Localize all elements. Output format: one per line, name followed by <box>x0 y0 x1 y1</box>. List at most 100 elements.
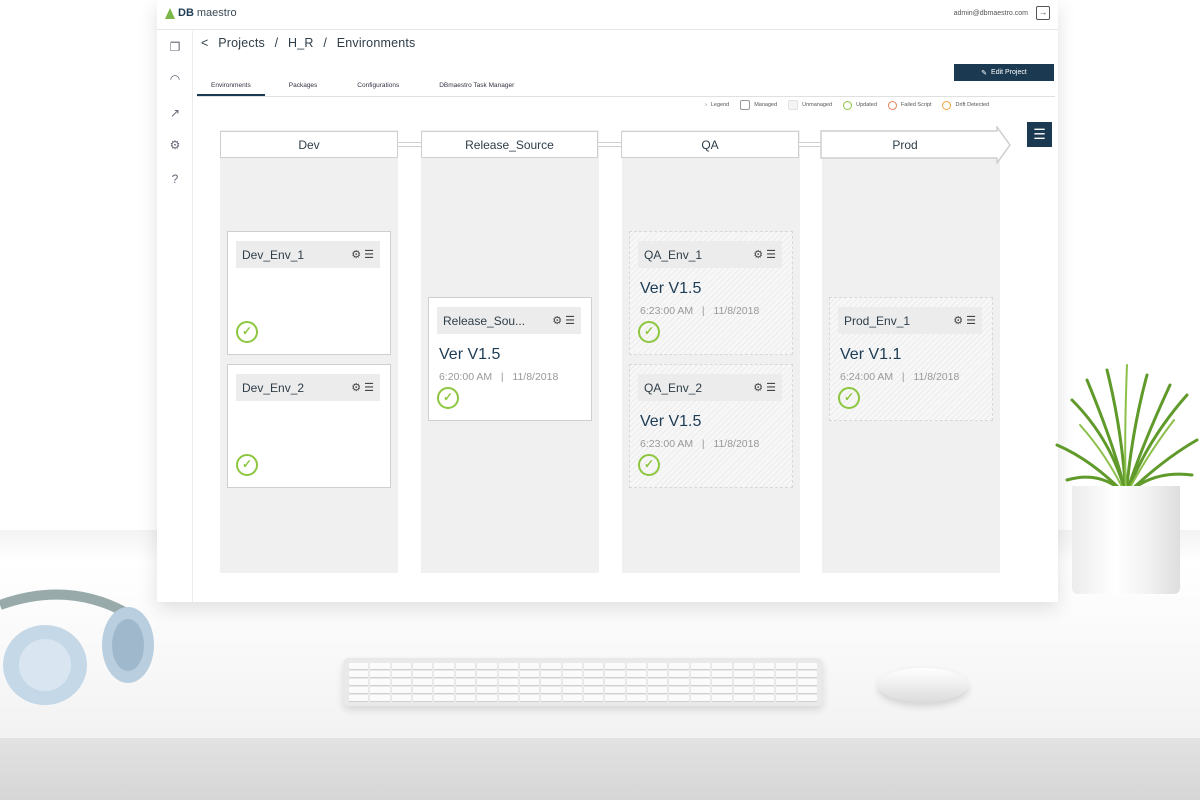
menu-icon[interactable]: ☰ <box>565 315 575 327</box>
keyboard-key <box>541 671 561 677</box>
keyboard-key <box>562 695 582 701</box>
monitor-screen: DB maestro admin@dbmaestro.com → ❐ ◠ ↗ ⚙ … <box>157 0 1058 602</box>
keyboard-key <box>776 671 796 677</box>
stage-header-dev[interactable]: Dev <box>220 131 398 158</box>
edit-project-button[interactable]: ✎ Edit Project <box>954 64 1054 81</box>
menu-icon[interactable]: ☰ <box>766 382 776 394</box>
back-chevron[interactable]: < <box>201 36 209 50</box>
keyboard-key <box>690 695 711 701</box>
keyboard-key <box>776 679 796 685</box>
deploy-timestamp: 6:23:00 AM | 11/8/2018 <box>640 438 759 450</box>
keyboard-key <box>519 679 540 685</box>
tab-configurations[interactable]: Configurations <box>343 80 413 96</box>
user-email: admin@dbmaestro.com <box>953 10 1028 17</box>
tab-task-manager[interactable]: DBmaestro Task Manager <box>425 80 528 96</box>
deploy-date: 11/8/2018 <box>713 438 760 450</box>
gear-icon[interactable]: ⚙ <box>351 382 361 394</box>
environment-card-dev-env-1[interactable]: Dev_Env_1 ⚙ ☰ ✓ <box>227 231 391 355</box>
keyboard-key <box>583 663 604 669</box>
gear-icon[interactable]: ⚙ <box>953 315 963 327</box>
logout-icon[interactable]: → <box>1036 6 1050 20</box>
stage-header-prod-label: Prod <box>892 137 918 152</box>
environment-name: Dev_Env_1 <box>242 247 305 262</box>
stage-header-release-source[interactable]: Release_Source <box>421 131 598 158</box>
meta-separator: | <box>701 438 705 450</box>
keyboard-key <box>797 679 817 685</box>
deploy-date: 11/8/2018 <box>913 371 960 383</box>
gear-icon[interactable]: ⚙ <box>351 249 361 261</box>
keyboard-key <box>562 663 582 669</box>
keyboard-key <box>519 671 540 677</box>
keyboard-key <box>648 695 668 701</box>
updated-check-icon: ✓ <box>236 454 258 476</box>
copy-icon[interactable]: ❐ <box>165 37 185 57</box>
card-actions: ⚙ ☰ <box>753 381 776 394</box>
gear-icon[interactable]: ⚙ <box>753 249 763 261</box>
deploy-time: 6:23:00 AM <box>640 438 694 450</box>
tab-environments[interactable]: Environments <box>197 80 265 96</box>
deploy-time: 6:23:00 AM <box>640 305 694 317</box>
gear-icon[interactable]: ⚙ <box>165 135 185 155</box>
stage-header-qa[interactable]: QA <box>621 131 799 158</box>
environment-card-qa-env-2[interactable]: QA_Env_2 ⚙ ☰ Ver V1.5 6:23:00 AM | 11/8/… <box>629 364 793 488</box>
version-label: Ver V1.5 <box>640 413 702 430</box>
logo-mark-icon <box>165 7 175 19</box>
analytics-icon[interactable]: ↗ <box>165 103 185 123</box>
environment-card-prod-env-1[interactable]: Prod_Env_1 ⚙ ☰ Ver V1.1 6:24:00 AM | 11/… <box>829 297 993 421</box>
breadcrumb-projects[interactable]: Projects <box>218 36 265 50</box>
keyboard-key <box>370 687 390 693</box>
gear-icon[interactable]: ⚙ <box>552 315 562 327</box>
keyboard-key <box>498 671 518 677</box>
keyboard-key <box>519 695 540 701</box>
keyboard-key <box>477 687 497 693</box>
deploy-timestamp: 6:23:00 AM | 11/8/2018 <box>640 305 759 317</box>
environment-card-dev-env-2[interactable]: Dev_Env_2 ⚙ ☰ ✓ <box>227 364 391 488</box>
keyboard-key <box>349 671 369 677</box>
keyboard-key <box>754 679 775 685</box>
keyboard-key <box>583 687 604 693</box>
app-logo[interactable]: DB maestro <box>165 7 237 19</box>
breadcrumb-project[interactable]: H_R <box>288 36 314 50</box>
hamburger-menu-icon[interactable]: ☰ <box>1027 122 1052 147</box>
keyboard-key <box>776 663 796 669</box>
failed-circle-icon <box>887 100 897 110</box>
menu-icon[interactable]: ☰ <box>766 249 776 261</box>
legend-label: Drift Detected <box>955 102 990 108</box>
deploy-date: 11/8/2018 <box>512 371 559 383</box>
keyboard-key <box>477 679 497 685</box>
stage-connector <box>397 142 422 147</box>
menu-icon[interactable]: ☰ <box>966 315 976 327</box>
tab-packages[interactable]: Packages <box>275 80 332 96</box>
keyboard-key <box>797 687 817 693</box>
help-icon[interactable]: ? <box>165 169 185 189</box>
dashboard-icon[interactable]: ◠ <box>165 69 185 89</box>
keyboard-key <box>498 663 518 669</box>
keyboard-key <box>541 695 561 701</box>
keyboard-key <box>669 671 689 677</box>
keyboard-key <box>690 671 711 677</box>
sidebar: ❐ ◠ ↗ ⚙ ? <box>157 31 193 602</box>
edit-project-label: Edit Project <box>991 69 1027 76</box>
keyboard-key <box>562 687 582 693</box>
gear-icon[interactable]: ⚙ <box>753 382 763 394</box>
headphones <box>0 589 154 705</box>
environment-card-release-source[interactable]: Release_Sou... ⚙ ☰ Ver V1.5 6:20:00 AM |… <box>428 297 592 421</box>
keyboard-key <box>413 671 433 677</box>
keyboard-key <box>754 687 775 693</box>
legend-toggle[interactable]: › Legend <box>705 102 729 108</box>
keyboard-key <box>455 679 476 685</box>
keyboard-key <box>648 687 668 693</box>
keyboard-key <box>498 679 518 685</box>
breadcrumb-separator: / <box>274 36 279 50</box>
chevron-right-icon: › <box>705 102 707 108</box>
keyboard-key <box>349 663 369 669</box>
environment-card-qa-env-1[interactable]: QA_Env_1 ⚙ ☰ Ver V1.5 6:23:00 AM | 11/8/… <box>629 231 793 355</box>
legend: › Legend Managed Unmanaged Updated Failed… <box>705 99 1000 111</box>
keyboard-key <box>648 679 668 685</box>
legend-updated: Updated <box>843 100 877 110</box>
menu-icon[interactable]: ☰ <box>364 382 374 394</box>
deploy-timestamp: 6:24:00 AM | 11/8/2018 <box>840 371 959 383</box>
keyboard-key <box>434 679 454 685</box>
legend-unmanaged: Unmanaged <box>788 100 832 110</box>
menu-icon[interactable]: ☰ <box>364 249 374 261</box>
